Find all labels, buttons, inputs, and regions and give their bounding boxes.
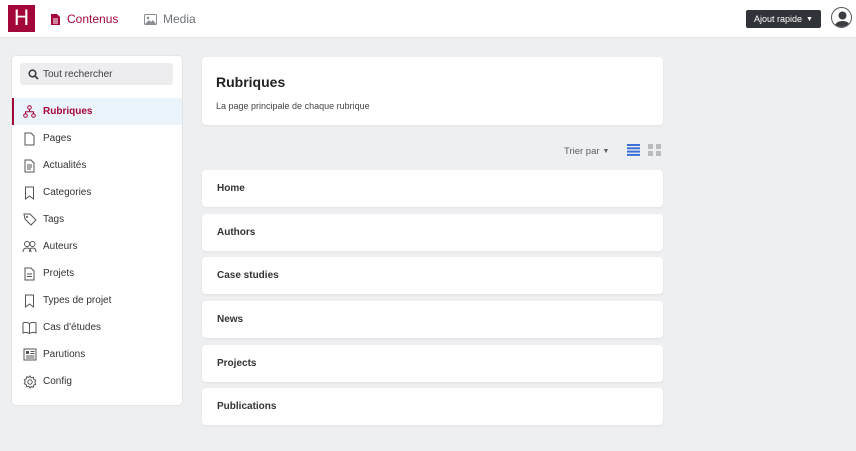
list-item-label: Authors (217, 227, 256, 238)
sort-dropdown[interactable]: Trier par ▼ (564, 143, 609, 159)
sidebar-item-auteurs[interactable]: Auteurs (12, 233, 182, 260)
sidebar-item-types-de-projet[interactable]: Types de projet (12, 287, 182, 314)
users-icon (22, 239, 37, 254)
sidebar-item-parutions[interactable]: Parutions (12, 341, 182, 368)
sidebar: Tout rechercher Rubriques Pages Actualit… (12, 56, 182, 405)
list-item[interactable]: Projects (202, 345, 663, 382)
nav-media-label: Media (163, 12, 196, 26)
grid-view-icon[interactable] (648, 144, 661, 156)
nav-contenus-label: Contenus (67, 12, 119, 26)
chevron-down-icon: ▼ (602, 147, 610, 155)
list-view-icon[interactable] (627, 144, 640, 156)
sidebar-item-label: Auteurs (43, 241, 78, 252)
project-icon (22, 266, 37, 281)
search-input[interactable]: Tout rechercher (20, 63, 173, 85)
nav-media[interactable]: Media (144, 0, 196, 38)
page-header-card: Rubriques La page principale de chaque r… (202, 57, 663, 125)
sidebar-item-label: Categories (43, 187, 92, 198)
nav-contenus[interactable]: Contenus (50, 0, 118, 38)
sidebar-item-tags[interactable]: Tags (12, 206, 182, 233)
sitemap-icon (22, 104, 37, 119)
search-icon (28, 68, 39, 80)
sidebar-item-label: Pages (43, 133, 72, 144)
sort-label: Trier par (564, 145, 600, 157)
sidebar-item-config[interactable]: Config (12, 368, 182, 395)
list-item[interactable]: News (202, 301, 663, 338)
list-item[interactable]: Home (202, 170, 663, 207)
top-bar: H Contenus Media Ajout rapide ▼ (0, 0, 856, 38)
sidebar-item-label: Cas d'études (43, 322, 102, 333)
user-avatar[interactable] (831, 7, 852, 28)
list-item[interactable]: Authors (202, 214, 663, 251)
page-icon (22, 131, 37, 146)
image-icon (144, 13, 157, 25)
list-item-label: News (217, 314, 244, 325)
news-icon (22, 158, 37, 173)
sidebar-item-cas-detudes[interactable]: Cas d'études (12, 314, 182, 341)
list-item-label: Home (217, 183, 245, 194)
sidebar-item-label: Projets (43, 268, 75, 279)
sidebar-item-label: Rubriques (43, 106, 93, 117)
sidebar-item-categories[interactable]: Categories (12, 179, 182, 206)
sidebar-item-label: Config (43, 376, 72, 387)
list-item-label: Publications (217, 401, 277, 412)
sidebar-item-label: Actualités (43, 160, 87, 171)
sidebar-item-label: Parutions (43, 349, 86, 360)
sidebar-item-projets[interactable]: Projets (12, 260, 182, 287)
list-item-label: Case studies (217, 270, 279, 281)
newspaper-icon (22, 347, 37, 362)
list-item-label: Projects (217, 358, 257, 369)
sidebar-item-label: Tags (43, 214, 65, 225)
bookmark-icon (22, 293, 37, 308)
sidebar-item-label: Types de projet (43, 295, 112, 306)
gear-icon (22, 374, 37, 389)
list-item[interactable]: Publications (202, 388, 663, 425)
search-placeholder: Tout rechercher (43, 68, 113, 80)
bookmark-icon (22, 185, 37, 200)
list-item[interactable]: Case studies (202, 257, 663, 294)
page-title: Rubriques (216, 74, 286, 90)
app-logo[interactable]: H (8, 5, 35, 32)
sidebar-item-pages[interactable]: Pages (12, 125, 182, 152)
user-icon (834, 11, 851, 27)
quick-add-button[interactable]: Ajout rapide ▼ (746, 10, 821, 28)
tag-icon (22, 212, 37, 227)
document-icon (51, 13, 60, 25)
quick-add-label: Ajout rapide (754, 14, 803, 24)
sidebar-item-rubriques[interactable]: Rubriques (12, 98, 182, 125)
page-subtitle: La page principale de chaque rubrique (216, 101, 370, 111)
sidebar-item-actualites[interactable]: Actualités (12, 152, 182, 179)
chevron-down-icon: ▼ (806, 15, 813, 23)
book-icon (22, 320, 37, 335)
